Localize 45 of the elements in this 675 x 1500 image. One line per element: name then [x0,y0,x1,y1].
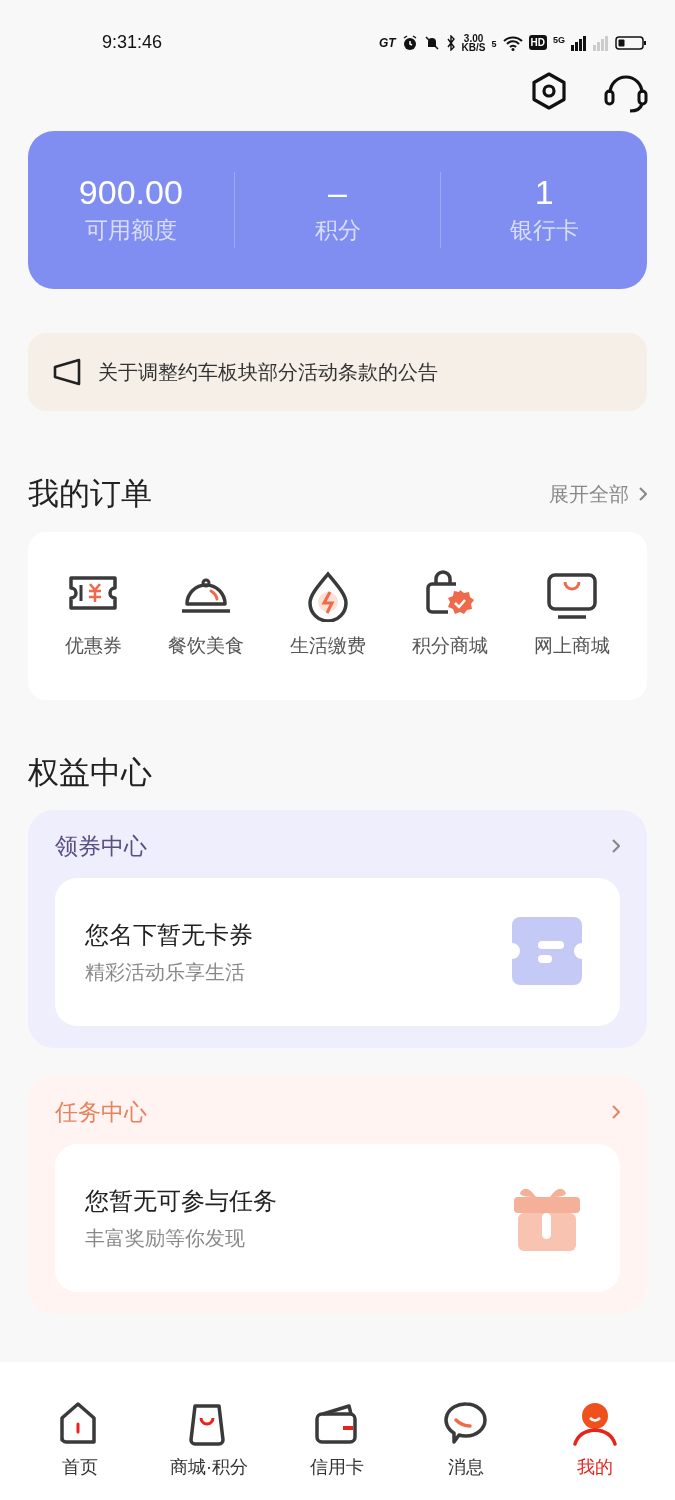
carrier-label: GT [378,34,396,52]
tab-item[interactable]: 商城·积分 [153,1400,264,1481]
bluetooth-icon [445,34,456,51]
chevron-right-icon [639,487,647,502]
section-title: 权益中心 [28,753,152,792]
summary-label: 积分 [314,216,361,246]
network-type: 5G [553,33,565,47]
notice-bar[interactable]: 关于调整约车板块部分活动条款的公告 [28,333,647,411]
empty-hint: 精彩活动乐享生活 [85,960,246,985]
status-time: 9:31:46 [102,31,163,54]
tab-item[interactable]: 信用卡 [282,1400,393,1481]
hd-badge: HD [528,35,547,50]
wifi-icon [502,34,523,51]
order-shortcut[interactable]: 网上商城 [534,570,610,661]
wifi-band-label: 5 [491,38,497,51]
summary-label: 可用额度 [84,216,177,246]
empty-message: 您名下暂无卡券 [85,920,253,950]
section-title: 我的订单 [28,475,152,513]
empty-hint: 丰富奖励等你发现 [85,1226,246,1251]
signal-icon [571,34,587,51]
order-shortcut[interactable]: 生活缴费 [290,570,366,661]
tab-item[interactable]: 消息 [411,1400,522,1481]
tab-item[interactable]: 我的 [539,1400,650,1481]
signal-icon [593,34,609,51]
summary-value: 900.00 [78,172,183,214]
ticket-icon [510,917,584,987]
settings-icon[interactable] [529,71,569,111]
notice-text: 关于调整约车板块部分活动条款的公告 [98,360,438,385]
speed-value: 3.00 [463,33,484,43]
order-shortcut[interactable]: 餐饮美食 [168,570,244,661]
alarm-icon [401,34,418,51]
order-shortcut[interactable]: 优惠券 [65,570,122,661]
summary-value: 1 [534,172,554,214]
card-title: 任务中心 [55,1097,147,1127]
tab-item[interactable]: 首页 [25,1400,136,1481]
battery-icon [615,34,647,51]
summary-label: 银行卡 [509,216,579,246]
chevron-right-icon[interactable] [612,839,620,853]
summary-value: – [328,172,347,214]
empty-message: 您暂无可参与任务 [85,1186,277,1216]
person-icon [570,1400,619,1448]
card-title: 领券中心 [55,831,147,861]
speed-unit: KB/S [461,42,486,52]
order-shortcut[interactable]: 积分商城 [412,570,488,661]
muted-bell-icon [423,34,440,51]
